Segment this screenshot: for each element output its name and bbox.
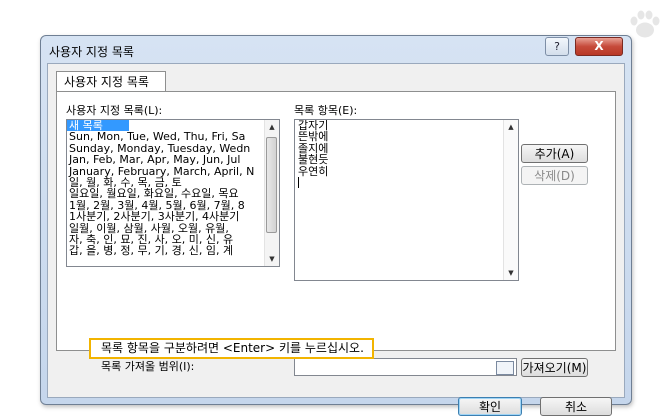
list-item[interactable]: Jan, Feb, Mar, Apr, May, Jun, Jul — [67, 154, 265, 165]
close-button[interactable]: X — [575, 37, 623, 56]
list-entries-label: 목록 항목(E): — [294, 104, 358, 117]
range-select-icon[interactable] — [496, 361, 514, 375]
text-caret — [298, 177, 299, 189]
list-item[interactable]: 갑, 을, 병, 정, 무, 기, 경, 신, 임, 계 — [67, 245, 265, 256]
list-item[interactable]: Sunday, Monday, Tuesday, Wedn — [67, 143, 265, 154]
list-item-new-list[interactable]: 새 목록 — [67, 120, 129, 132]
list-item[interactable]: 일요일, 월요일, 화요일, 수요일, 목요 — [67, 188, 265, 199]
list-item[interactable]: Sun, Mon, Tue, Wed, Thu, Fri, Sa — [67, 131, 265, 142]
list-item[interactable]: 1월, 2월, 3월, 4월, 5월, 6월, 7월, 8 — [67, 200, 265, 211]
import-button[interactable]: 가져오기(M) — [521, 358, 588, 377]
list-item[interactable]: 1사분기, 2사분기, 3사분기, 4사분기 — [67, 211, 265, 222]
delete-button[interactable]: 삭제(D) — [521, 166, 588, 185]
dialog-title: 사용자 지정 목록 — [49, 45, 134, 59]
entry-line: 갑자기 — [298, 119, 329, 132]
custom-lists-label: 사용자 지정 목록(L): — [66, 104, 163, 117]
list-item[interactable]: January, February, March, April, N — [67, 166, 265, 177]
entry-line: 졸지에 — [298, 141, 329, 155]
scroll-down-icon[interactable]: ▼ — [504, 266, 518, 280]
scroll-up-icon[interactable]: ▲ — [265, 120, 279, 134]
list-entries-textarea[interactable]: 갑자기 뜬밖에 졸지에 불현듯 우연히 ▲ ▼ — [294, 119, 519, 281]
list-entries-scrollbar[interactable]: ▲ ▼ — [503, 120, 518, 280]
paw-logo-icon — [630, 10, 660, 38]
list-item[interactable]: 자, 축, 인, 묘, 진, 사, 오, 미, 신, 유 — [67, 234, 265, 245]
scroll-thumb[interactable] — [266, 137, 277, 233]
custom-lists-dialog: 사용자 지정 목록 ? X 사용자 지정 목록 사용자 지정 목록(L): 목록… — [40, 35, 632, 416]
title-bar[interactable]: 사용자 지정 목록 ? X — [41, 36, 631, 63]
help-button[interactable]: ? — [545, 37, 569, 56]
list-item[interactable]: 일, 월, 화, 수, 목, 금, 토 — [67, 177, 265, 188]
entry-line: 뜬밖에 — [298, 130, 329, 144]
list-item[interactable]: 일월, 이월, 삼월, 사월, 오월, 유월, — [67, 223, 265, 234]
scroll-up-icon[interactable]: ▲ — [504, 120, 518, 134]
import-range-label: 목록 가져올 범위(I): — [101, 360, 195, 373]
import-range-input[interactable] — [294, 358, 517, 376]
scroll-down-icon[interactable]: ▼ — [265, 252, 279, 266]
entry-line: 우연히 — [298, 164, 329, 178]
tab-custom-lists[interactable]: 사용자 지정 목록 — [56, 71, 166, 91]
dialog-client-area: 사용자 지정 목록 사용자 지정 목록(L): 목록 항목(E): 새 목록 S… — [47, 63, 625, 416]
custom-lists-scrollbar[interactable]: ▲ ▼ — [264, 120, 279, 266]
add-button[interactable]: 추가(A) — [521, 144, 588, 163]
ok-button[interactable]: 확인 — [458, 397, 522, 416]
entries-tooltip: 목록 항목을 구분하려면 <Enter> 키를 누르십시오. — [89, 338, 374, 359]
entry-line: 불현듯 — [298, 153, 329, 167]
tab-panel: 사용자 지정 목록(L): 목록 항목(E): 새 목록 Sun, Mon, T… — [56, 91, 616, 377]
cancel-button[interactable]: 취소 — [540, 397, 612, 416]
custom-lists-listbox[interactable]: 새 목록 Sun, Mon, Tue, Wed, Thu, Fri, Sa Su… — [66, 119, 280, 267]
